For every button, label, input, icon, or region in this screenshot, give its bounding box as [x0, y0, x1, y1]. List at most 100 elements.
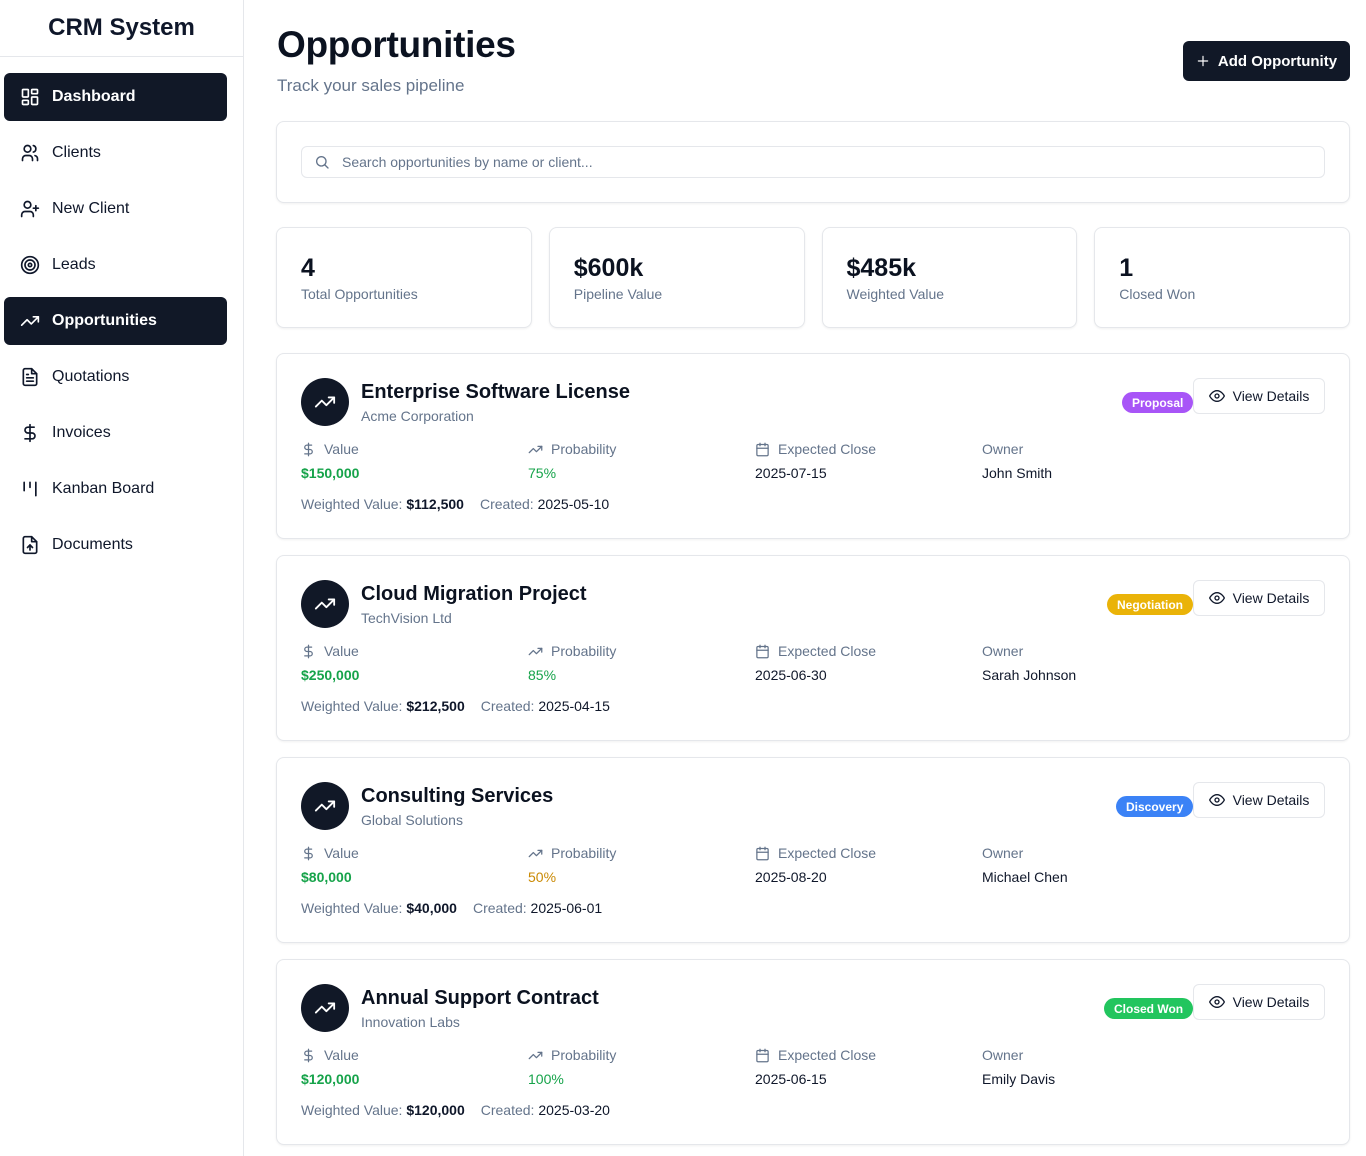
created-date-value: 2025-04-15 — [538, 698, 610, 714]
sidebar-item-label: Dashboard — [52, 88, 136, 105]
stat-label: Weighted Value — [846, 286, 945, 302]
value-label-text: Value — [324, 1047, 359, 1063]
avatar — [301, 580, 349, 628]
dollar-icon — [304, 1048, 313, 1062]
sidebar-item-leads[interactable]: Leads — [4, 241, 227, 289]
eye-icon — [1208, 592, 1225, 604]
created-date: Created: 2025-05-10 — [480, 496, 609, 512]
add-opportunity-button[interactable]: Add Opportunity — [1183, 41, 1350, 81]
value-amount: $120,000 — [301, 1071, 360, 1087]
owner-label: Owner — [982, 1046, 1055, 1064]
page-subtitle: Track your sales pipeline — [277, 76, 465, 95]
opportunity-card: Enterprise Software License Acme Corpora… — [276, 353, 1350, 539]
opportunity-card: Annual Support Contract Innovation Labs … — [276, 959, 1350, 1145]
value-field: Value $250,000 — [301, 642, 359, 683]
expected-close-date: 2025-06-30 — [755, 667, 827, 683]
sidebar-item-dashboard[interactable]: Dashboard — [4, 73, 227, 121]
avatar — [301, 378, 349, 426]
sidebar-item-label: Kanban Board — [52, 480, 155, 497]
view-details-button[interactable]: View Details — [1193, 580, 1325, 616]
view-details-button[interactable]: View Details — [1193, 378, 1325, 414]
opportunity-meta: Weighted Value: $120,000 Created: 2025-0… — [301, 1102, 610, 1118]
created-label: Created: — [479, 496, 534, 512]
search-card — [276, 121, 1350, 203]
app-title: CRM System — [48, 14, 195, 41]
brand: CRM System — [0, 0, 243, 57]
sidebar-item-documents[interactable]: Documents — [4, 521, 227, 569]
trending-up-icon — [528, 445, 543, 453]
stat-value: 4 — [301, 254, 315, 282]
calendar-icon — [756, 442, 769, 456]
probability-label-text: Probability — [551, 441, 617, 457]
stat-label: Closed Won — [1119, 286, 1196, 302]
stat-value: $485k — [846, 254, 917, 282]
eye-icon — [1208, 390, 1225, 402]
expected-close-field: Expected Close 2025-06-30 — [755, 642, 876, 683]
sidebar-item-quotations[interactable]: Quotations — [4, 353, 227, 401]
value-field: Value $150,000 — [301, 440, 359, 481]
target-icon — [20, 255, 40, 275]
value-label-text: Value — [324, 845, 359, 861]
opportunity-meta: Weighted Value: $40,000 Created: 2025-06… — [301, 900, 602, 916]
sidebar-item-clients[interactable]: Clients — [4, 129, 227, 177]
expected-close-date: 2025-06-15 — [755, 1071, 827, 1087]
trending-up-icon — [314, 1002, 336, 1014]
kanban-icon — [20, 479, 40, 499]
created-date: Created: 2025-06-01 — [473, 900, 602, 916]
owner-name: John Smith — [982, 465, 1053, 481]
weighted-value-label: Weighted Value: — [301, 698, 403, 714]
search-input[interactable] — [342, 154, 1302, 170]
file-upload-icon — [20, 535, 40, 555]
view-details-button[interactable]: View Details — [1193, 782, 1325, 818]
dollar-icon — [304, 644, 313, 658]
value-label-text: Value — [324, 643, 359, 659]
sidebar-item-kanban-board[interactable]: Kanban Board — [4, 465, 227, 513]
probability-label: Probability — [528, 642, 616, 660]
sidebar: CRM System Dashboard Clients New Client … — [0, 0, 244, 1156]
expected-close-field: Expected Close 2025-07-15 — [755, 440, 876, 481]
add-opportunity-label: Add Opportunity — [1217, 52, 1338, 70]
expected-close-label-text: Expected Close — [778, 845, 877, 861]
sidebar-item-opportunities[interactable]: Opportunities — [4, 297, 227, 345]
trending-up-icon — [528, 647, 543, 655]
calendar-icon — [756, 1048, 769, 1062]
value-amount: $250,000 — [301, 667, 360, 683]
opportunity-client: Innovation Labs — [361, 1014, 460, 1030]
stat-value: $600k — [573, 254, 644, 282]
opportunity-name: Annual Support Contract — [361, 987, 599, 1009]
view-details-label: View Details — [1232, 590, 1310, 606]
opportunity-name: Enterprise Software License — [361, 381, 630, 403]
probability-label-text: Probability — [551, 845, 617, 861]
probability-field: Probability 75% — [528, 440, 616, 481]
opportunity-name: Consulting Services — [361, 785, 554, 807]
search-box[interactable] — [301, 146, 1325, 178]
view-details-button[interactable]: View Details — [1193, 984, 1325, 1020]
owner-label: Owner — [982, 844, 1068, 862]
probability-label: Probability — [528, 440, 616, 458]
opportunity-client: TechVision Ltd — [361, 610, 452, 626]
created-date-value: 2025-05-10 — [537, 496, 610, 512]
owner-label: Owner — [982, 642, 1076, 660]
sidebar-item-new-client[interactable]: New Client — [4, 185, 227, 233]
opportunity-name: Cloud Migration Project — [361, 583, 587, 605]
stat-card-closed-won: 1 Closed Won — [1094, 227, 1350, 328]
owner-field: Owner Sarah Johnson — [982, 642, 1076, 683]
created-label: Created: — [472, 900, 527, 916]
dollar-icon — [20, 423, 40, 443]
owner-label-text: Owner — [982, 1047, 1024, 1063]
value-amount: $150,000 — [301, 465, 360, 481]
sidebar-item-invoices[interactable]: Invoices — [4, 409, 227, 457]
stats-row: 4 Total Opportunities $600k Pipeline Val… — [276, 227, 1350, 328]
owner-name: Sarah Johnson — [982, 667, 1077, 683]
calendar-icon — [756, 846, 769, 860]
expected-close-label: Expected Close — [755, 642, 876, 660]
owner-field: Owner John Smith — [982, 440, 1052, 481]
created-date-value: 2025-03-20 — [538, 1102, 610, 1118]
stat-card-pipeline-value: $600k Pipeline Value — [548, 227, 805, 328]
view-details-label: View Details — [1232, 388, 1310, 404]
stat-label: Total Opportunities — [301, 286, 418, 302]
dashboard-icon — [20, 87, 40, 107]
probability-field: Probability 85% — [528, 642, 616, 683]
user-plus-icon — [20, 199, 40, 219]
opportunity-meta: Weighted Value: $112,500 Created: 2025-0… — [301, 496, 609, 512]
